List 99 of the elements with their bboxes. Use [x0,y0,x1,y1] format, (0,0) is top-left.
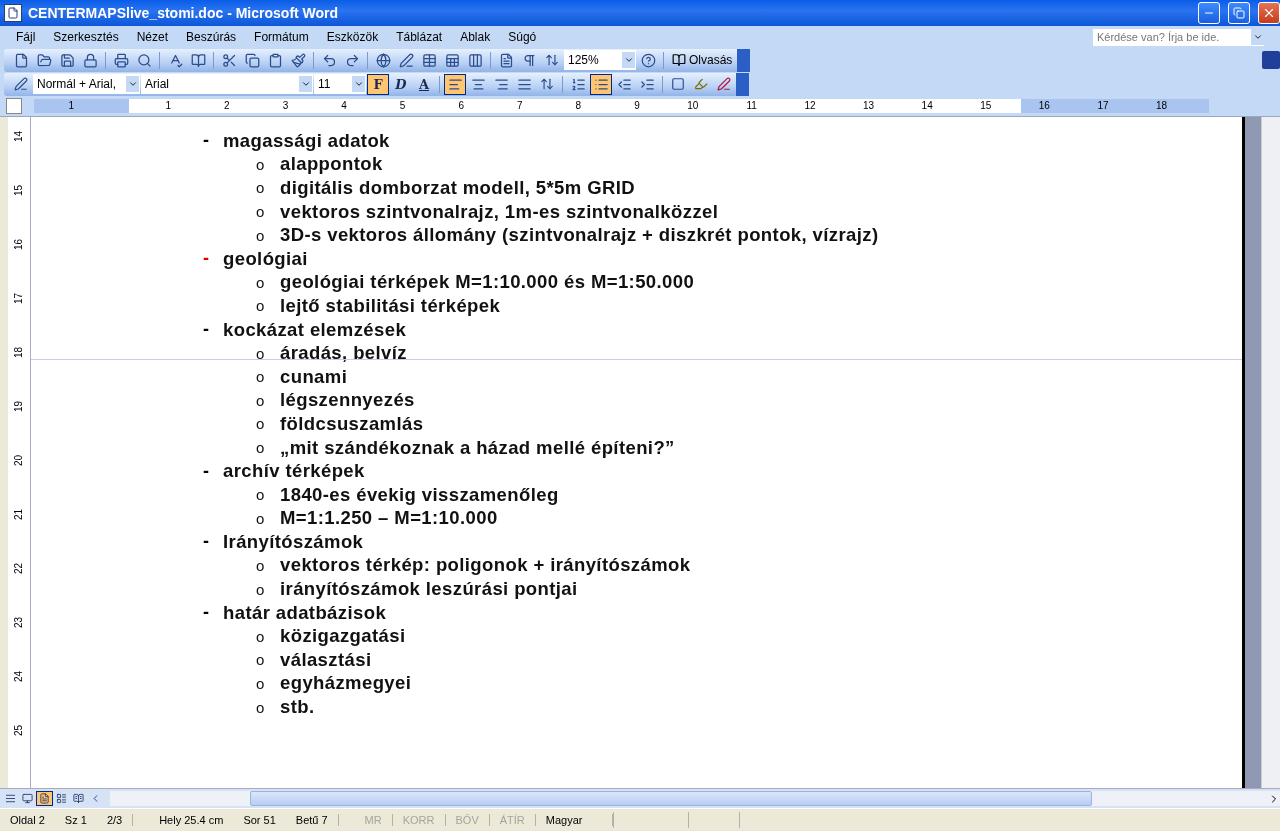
list-item-text: geológiai térképek M=1:10.000 és M=1:50.000 [280,271,695,294]
list-item-text: irányítószámok leszúrási pontjai [280,578,578,601]
circle-bullet: o [256,509,266,527]
toolbar-options-button[interactable] [736,72,749,96]
menu-item[interactable]: Szerkesztés [45,28,127,46]
circle-bullet: o [256,651,266,669]
status-field: Hely 25.4 cm [149,814,234,826]
close-icon [1262,6,1276,20]
circle-bullet: o [256,273,266,291]
zoom-dropdown[interactable]: 125% [564,50,636,70]
list-item-text: áradás, belvíz [280,342,407,365]
menu-item[interactable]: Formátum [246,28,317,46]
help-search-field[interactable]: Kérdése van? Írja be ide. [1093,28,1264,46]
vertical-scrollbar[interactable] [1261,117,1280,788]
toolbar-options-button[interactable] [737,48,751,72]
reading-view-icon[interactable] [70,791,87,806]
status-field: Sz 1 [54,814,97,826]
close-button[interactable] [1258,2,1280,24]
list-item-text: légszennyezés [280,389,415,412]
mode-indicator: BŐV [445,814,490,826]
circle-bullet: o [256,179,266,197]
list-item-text: földcsuszamlás [280,412,424,435]
dash-bullet: - [203,319,211,341]
list-item-text: vektoros szintvonalrajz, 1m-es szintvonalközzel [280,200,719,223]
menu-item[interactable]: Eszközök [318,28,387,46]
restore-button[interactable] [1228,2,1250,24]
list-item-text: archív térképek [223,460,365,483]
circle-bullet: o [256,344,266,362]
circle-bullet: o [256,203,266,221]
bold-button[interactable]: F [367,73,389,95]
book-icon [672,53,686,67]
mode-indicator: KORR [392,814,446,826]
language-indicator: Magyar [535,814,614,826]
circle-bullet: o [256,486,266,504]
list-item-text: választási [280,648,372,671]
menu-item[interactable]: Beszúrás [178,28,245,46]
dash-bullet: - [203,460,211,482]
dash-bullet: - [203,602,211,624]
word-icon [4,4,22,22]
restore-icon [1233,7,1245,19]
style-dropdown[interactable]: Normál + Arial, [33,74,140,94]
list-item-text: stb. [280,696,315,719]
circle-bullet: o [256,674,266,692]
circle-bullet: o [256,698,266,716]
circle-bullet: o [256,415,266,433]
list-item-text: 3D-s vektoros állomány (szintvonalrajz + diszkrét pontok, vízrajz) [280,224,879,247]
menu-item[interactable]: Táblázat [388,28,451,46]
window-title: CENTERMAPSlive_stomi.doc - Microsoft Word [28,5,340,21]
menu-item[interactable]: Nézet [128,28,177,46]
web-view-icon[interactable] [19,791,36,806]
vertical-ruler: 14 15 16 17 18 19 20 21 22 23 24 25 [8,117,31,788]
list-item-text: egyházmegyei [280,672,412,695]
status-field: 2/3 [96,814,134,826]
list-item-text: kockázat elemzések [223,318,407,341]
mode-indicator: ÁTÍR [489,814,536,826]
print-view-icon[interactable] [36,791,53,806]
scroll-thumb[interactable] [250,791,1092,806]
list-item-text: 1840-es évekig visszamenőleg [280,483,559,506]
font-size-dropdown[interactable]: 11 [314,74,366,94]
list-item-text: lejtő stabilitási térképek [280,294,501,317]
bulleted-list-icon[interactable] [590,73,612,95]
circle-bullet: o [256,580,266,598]
circle-bullet: o [256,297,266,315]
minimize-button[interactable] [1198,2,1220,24]
status-field: Sor 51 [233,814,286,826]
menu-item[interactable]: Ablak [452,28,499,46]
circle-bullet: o [256,368,266,386]
list-item-text: Irányítószámok [223,530,364,553]
list-item-text: geológiai [223,247,308,270]
circle-bullet: o [256,627,266,645]
circle-bullet: o [256,557,266,574]
list-item-text: M=1:1.250 – M=1:10.000 [280,507,498,530]
horizontal-scrollbar[interactable] [110,791,1280,806]
mode-indicator: MR [354,814,393,826]
list-item-text: „mit szándékoznak a házad mellé építeni?” [280,436,675,459]
status-field: Oldal 2 [0,814,55,826]
circle-bullet: o [256,155,266,173]
list-item-text: határ adatbázisok [223,601,387,624]
dash-bullet: - [203,531,211,553]
dash-bullet: - [203,248,211,270]
tab-selector-icon[interactable] [6,98,22,114]
underline-button[interactable]: A [413,73,435,95]
circle-bullet: o [256,226,266,244]
list-item-text: digitális domborzat modell, 5*5m GRID [280,177,636,199]
align-left-icon[interactable] [444,73,466,95]
italic-button[interactable]: D [390,73,412,95]
reading-layout-button[interactable]: Olvasás [668,49,737,71]
list-item-text: cunami [280,365,348,388]
list-item-text: vektoros térkép: poligonok + irányítószámok [280,554,691,577]
circle-bullet: o [256,439,266,456]
status-field: Betű 7 [285,814,339,826]
list-item-text: magassági adatok [223,129,390,152]
circle-bullet: o [256,391,266,409]
font-dropdown[interactable]: Arial [141,74,313,94]
list-item-text: közigazgatási [280,625,406,648]
dash-bullet: - [203,130,211,152]
list-item-text: alappontok [280,153,383,176]
menu-item[interactable]: Súgó [500,28,545,46]
menu-item[interactable]: Fájl [8,28,44,46]
